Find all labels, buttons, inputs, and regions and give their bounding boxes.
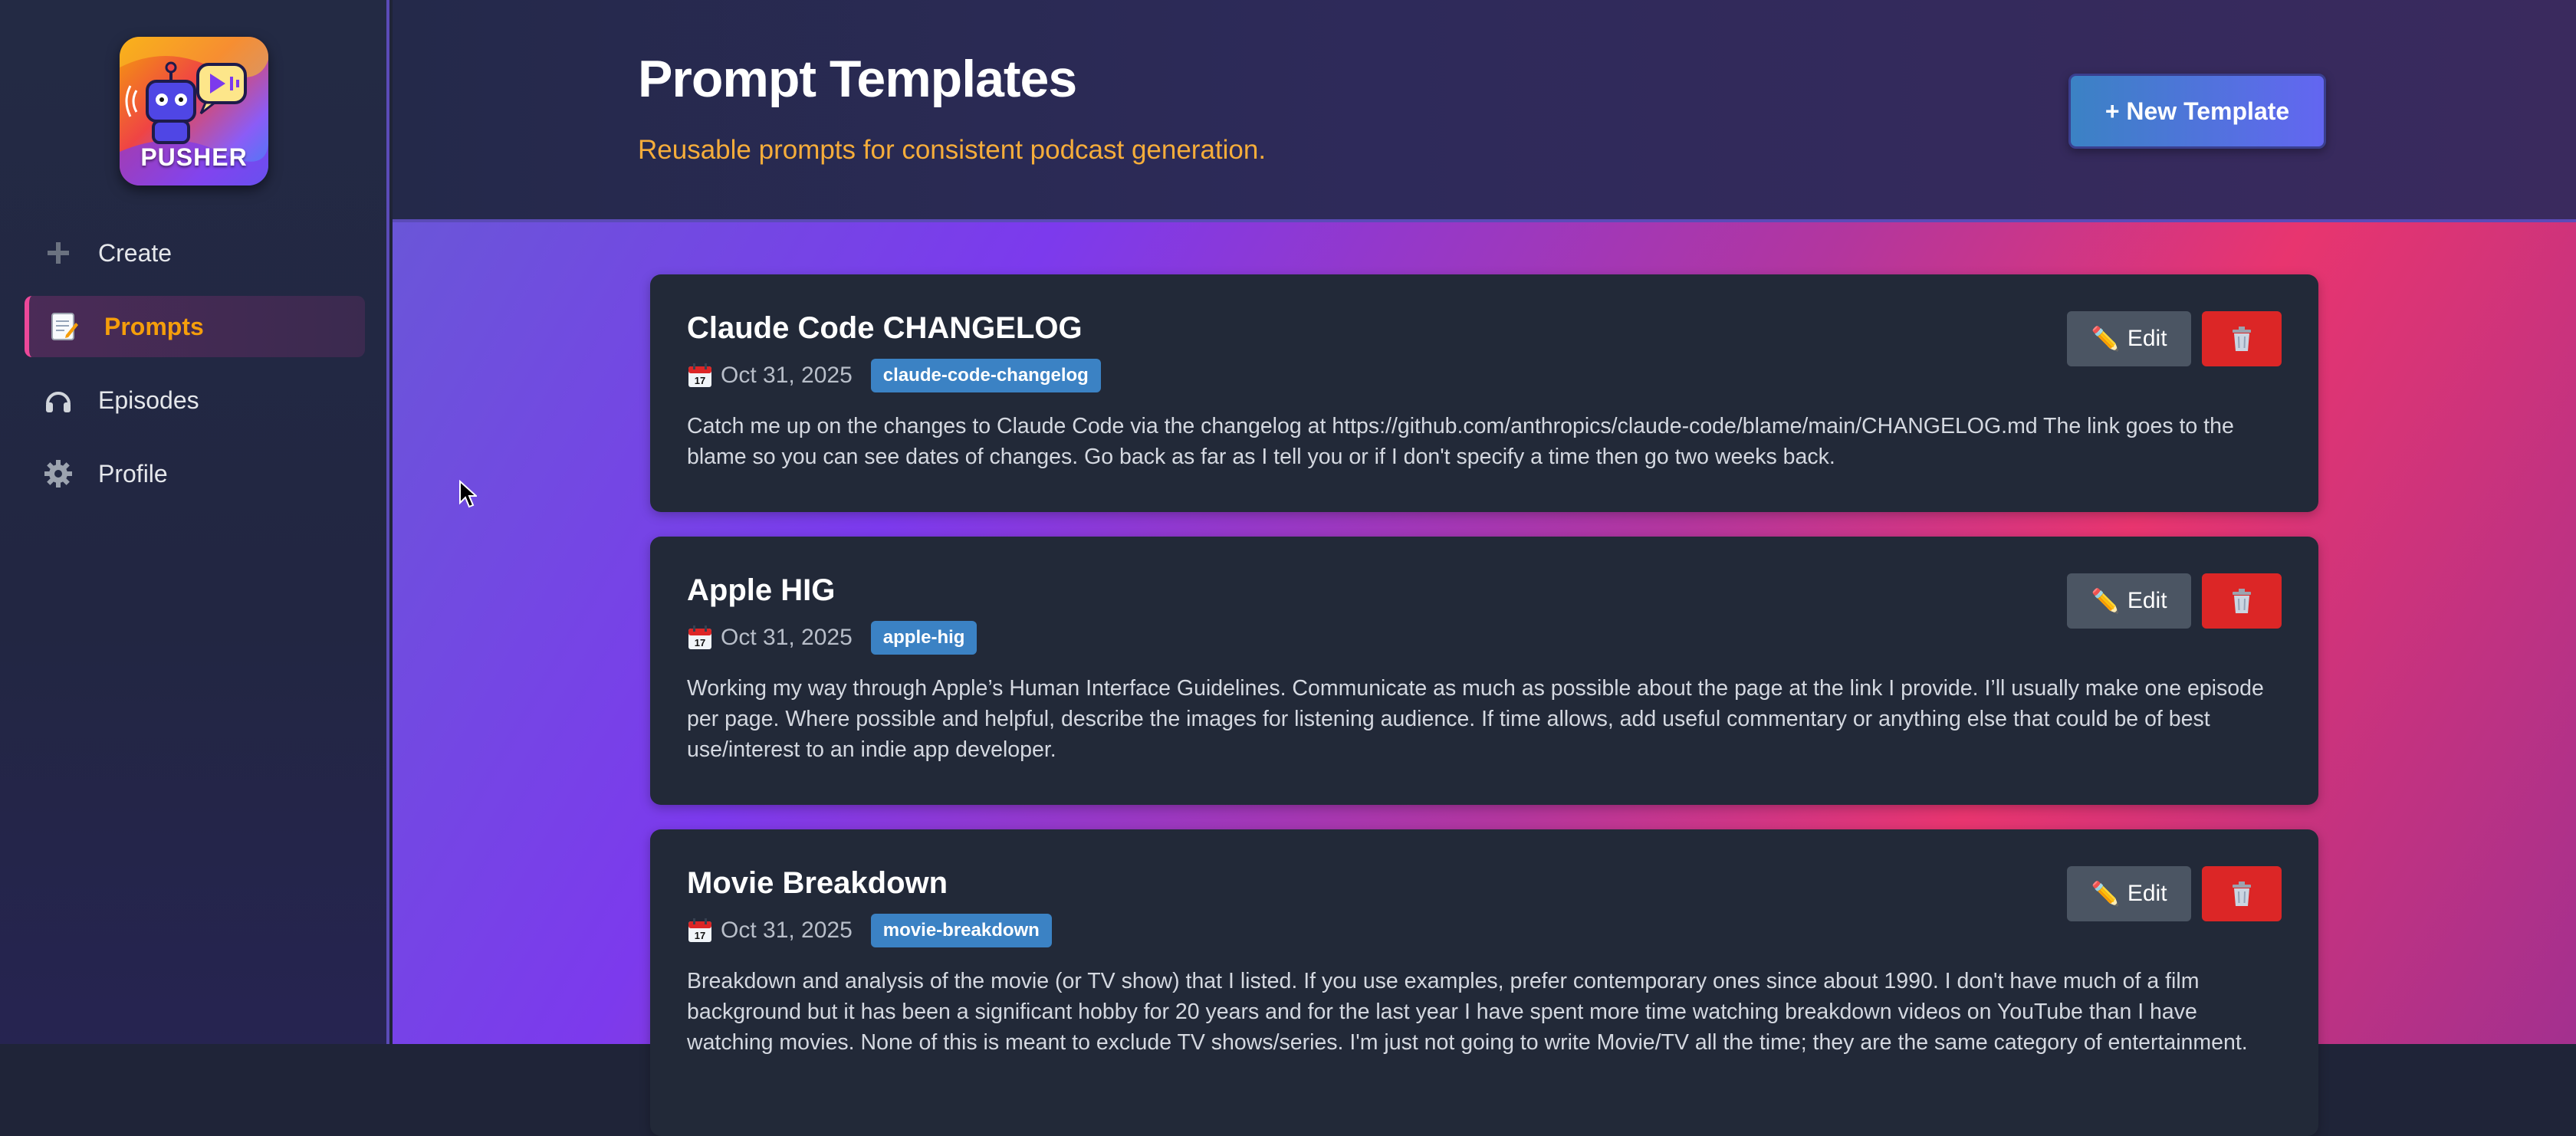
template-card: Claude Code CHANGELOG 17 Oct 31, 2025 cl…: [650, 274, 2318, 512]
page-title: Prompt Templates: [638, 50, 1077, 108]
template-tag: movie-breakdown: [870, 914, 1052, 947]
app-logo[interactable]: PUSHER: [120, 37, 268, 186]
pencil-icon: ✏️: [2091, 588, 2120, 614]
svg-text:17: 17: [695, 375, 705, 386]
template-title: Apple HIG: [687, 573, 836, 607]
edit-label: Edit: [2127, 588, 2167, 613]
template-date: Oct 31, 2025: [721, 918, 853, 943]
edit-button[interactable]: ✏️ Edit: [2067, 866, 2191, 921]
delete-button[interactable]: [2202, 311, 2282, 366]
edit-label: Edit: [2127, 326, 2167, 351]
pencil-icon: ✏️: [2091, 326, 2120, 352]
template-body: Catch me up on the changes to Claude Cod…: [687, 414, 2234, 469]
new-template-button[interactable]: + New Template: [2068, 74, 2326, 149]
template-body: Breakdown and analysis of the movie (or …: [687, 969, 2248, 1055]
sidebar-nav: Create Prompts Episodes Profile: [25, 222, 365, 517]
svg-text:17: 17: [695, 637, 705, 648]
edit-button[interactable]: ✏️ Edit: [2067, 573, 2191, 629]
page-header: Prompt Templates Reusable prompts for co…: [393, 0, 2576, 222]
delete-button[interactable]: [2202, 573, 2282, 629]
edit-button[interactable]: ✏️ Edit: [2067, 311, 2191, 366]
sidebar-item-label: Episodes: [98, 386, 199, 414]
template-meta: 17 Oct 31, 2025 movie-breakdown: [687, 914, 1052, 947]
headphones-icon: [43, 385, 74, 415]
trash-icon: [2233, 327, 2251, 351]
memo-icon: [49, 311, 80, 342]
logo-text: PUSHER: [140, 143, 248, 171]
sidebar-item-episodes[interactable]: Episodes: [25, 369, 365, 431]
trash-icon: [2233, 882, 2251, 906]
calendar-icon: 17: [688, 918, 711, 942]
edit-label: Edit: [2127, 881, 2167, 906]
svg-text:17: 17: [695, 930, 705, 941]
template-meta: 17 Oct 31, 2025 apple-hig: [687, 621, 978, 655]
mouse-cursor-icon: [459, 480, 477, 508]
template-title: Movie Breakdown: [687, 866, 948, 900]
template-card: Movie Breakdown 17 Oct 31, 2025 movie-br…: [650, 829, 2318, 1136]
sidebar-item-profile[interactable]: Profile: [25, 443, 365, 504]
main-content: Claude Code CHANGELOG 17 Oct 31, 2025 cl…: [393, 222, 2576, 1136]
template-date: Oct 31, 2025: [721, 363, 853, 388]
pencil-icon: ✏️: [2091, 881, 2120, 907]
template-body: Working my way through Apple’s Human Int…: [687, 676, 2264, 762]
sidebar-item-create[interactable]: Create: [25, 222, 365, 284]
sidebar-item-prompts[interactable]: Prompts: [25, 296, 365, 357]
template-date: Oct 31, 2025: [721, 625, 853, 650]
template-title: Claude Code CHANGELOG: [687, 311, 1083, 345]
calendar-icon: 17: [688, 363, 711, 387]
sidebar-item-label: Profile: [98, 459, 168, 488]
trash-icon: [2233, 589, 2251, 613]
calendar-icon: 17: [688, 625, 711, 649]
template-tag: apple-hig: [870, 621, 978, 655]
gear-icon: [43, 458, 74, 489]
sidebar-item-label: Prompts: [104, 312, 204, 340]
sidebar: PUSHER Create Prompts Episodes Profile: [0, 0, 389, 1044]
delete-button[interactable]: [2202, 866, 2282, 921]
page-subtitle: Reusable prompts for consistent podcast …: [638, 135, 1267, 165]
template-meta: 17 Oct 31, 2025 claude-code-changelog: [687, 359, 1101, 392]
sidebar-item-label: Create: [98, 238, 172, 267]
plus-icon: [43, 238, 74, 268]
template-tag: claude-code-changelog: [870, 359, 1101, 392]
template-card: Apple HIG 17 Oct 31, 2025 apple-hig Work…: [650, 537, 2318, 805]
